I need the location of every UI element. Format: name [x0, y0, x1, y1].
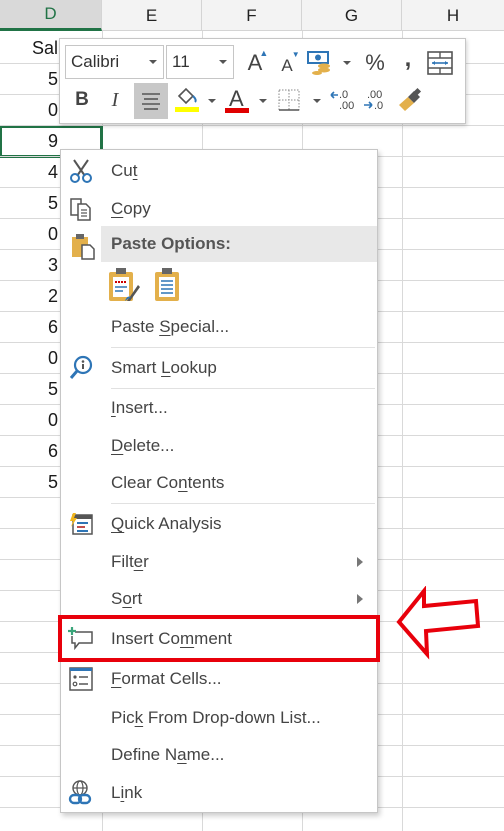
accounting-format-icon	[307, 51, 330, 75]
column-header-g[interactable]: G	[302, 0, 402, 31]
font-color-dropdown-icon[interactable]	[259, 99, 267, 103]
accounting-format-dropdown-icon[interactable]	[343, 61, 351, 65]
menu-item-copy[interactable]: Copy	[61, 191, 377, 227]
mini-toolbar: Calibri 11 A ▲ A ▼ % , B I A .0 .00 .00 …	[59, 38, 466, 124]
chevron-down-icon	[149, 60, 157, 64]
comma-style-button[interactable]: ,	[393, 43, 423, 75]
increase-decimal-icon: .0 .00	[330, 89, 354, 112]
font-size-value: 11	[172, 52, 190, 71]
menu-separator	[111, 347, 375, 348]
menu-item-label: Paste Special...	[111, 317, 230, 336]
menu-item-label: Format Cells...	[111, 669, 222, 688]
menu-item-label: Delete...	[111, 436, 175, 455]
context-menu: Cut Copy Paste Options: Paste Special...…	[60, 149, 378, 813]
bold-button[interactable]: B	[67, 84, 97, 116]
format-cells-icon	[65, 663, 97, 695]
decrease-font-size-button[interactable]: A ▼	[272, 47, 302, 79]
menu-item-label: Copy	[111, 199, 151, 218]
format-painter-icon	[399, 87, 422, 111]
menu-item-cut[interactable]: Cut	[61, 153, 377, 189]
gridline	[0, 125, 504, 126]
fill-color-dropdown-icon[interactable]	[208, 99, 216, 103]
align-center-icon	[142, 93, 160, 110]
increase-font-icon: A ▲	[247, 48, 269, 75]
column-header-f[interactable]: F	[202, 0, 302, 31]
link-icon	[65, 777, 97, 809]
font-name-dropdown[interactable]: Calibri	[65, 45, 164, 79]
menu-item-label: Cut	[111, 161, 138, 180]
menu-item-paste-special[interactable]: Paste Special...	[61, 309, 377, 345]
paste-formatting-button[interactable]	[107, 267, 141, 303]
menu-item-clear-contents[interactable]: Clear Contents	[61, 465, 377, 501]
align-center-button[interactable]	[134, 83, 168, 119]
accounting-format-button[interactable]	[305, 47, 335, 79]
menu-item-label: Link	[111, 783, 143, 802]
decrease-font-icon: A ▼	[281, 50, 300, 75]
quick-analysis-icon	[65, 508, 97, 540]
menu-item-label: Pick From Drop-down List...	[111, 708, 321, 727]
menu-separator	[111, 388, 375, 389]
paste-values-button[interactable]	[153, 267, 183, 303]
menu-item-quick-analysis[interactable]: Quick Analysis	[61, 506, 377, 542]
chevron-right-icon	[357, 594, 363, 604]
increase-decimal-button[interactable]: .0 .00	[328, 84, 358, 116]
menu-item-label: Quick Analysis	[111, 514, 222, 533]
chevron-down-icon	[219, 60, 227, 64]
font-color-icon: A	[224, 86, 250, 114]
menu-item-format-cells[interactable]: Format Cells...	[61, 661, 377, 697]
menu-item-label: Define Name...	[111, 745, 225, 764]
menu-item-label: Paste Options:	[111, 234, 231, 253]
menu-item-link[interactable]: Link	[61, 775, 377, 811]
menu-item-smart-lookup[interactable]: Smart Lookup	[61, 350, 377, 386]
paste-with-formatting-icon	[109, 268, 140, 301]
menu-item-define-name[interactable]: Define Name...	[61, 737, 377, 773]
svg-text:.0: .0	[374, 100, 383, 112]
menu-separator	[111, 503, 375, 504]
annotation-highlight-box	[58, 615, 380, 662]
font-color-button[interactable]: A	[222, 84, 252, 116]
borders-dropdown-icon[interactable]	[313, 99, 321, 103]
font-size-dropdown[interactable]: 11	[166, 45, 234, 79]
fill-color-icon	[175, 87, 199, 112]
menu-item-filter[interactable]: Filter	[61, 544, 377, 580]
menu-item-insert[interactable]: Insert...	[61, 390, 377, 426]
menu-item-delete[interactable]: Delete...	[61, 428, 377, 464]
menu-item-sort[interactable]: Sort	[61, 581, 377, 617]
fill-color-button[interactable]	[172, 84, 202, 116]
paste-icon	[67, 230, 99, 262]
menu-item-pick-from-dropdown[interactable]: Pick From Drop-down List...	[61, 700, 377, 736]
column-header-h[interactable]: H	[402, 0, 504, 31]
gridline	[402, 31, 403, 831]
menu-item-label: Smart Lookup	[111, 358, 217, 377]
format-painter-button[interactable]	[395, 84, 425, 116]
paste-options-header: Paste Options:	[101, 226, 377, 262]
borders-button[interactable]	[274, 84, 304, 116]
decrease-decimal-button[interactable]: .00 .0	[360, 84, 390, 116]
decrease-decimal-icon: .00 .0	[364, 89, 383, 112]
menu-item-label: Insert...	[111, 398, 168, 417]
smart-lookup-icon	[65, 352, 97, 384]
paste-icon	[155, 268, 179, 301]
annotation-arrow-icon	[396, 586, 481, 660]
merge-center-button[interactable]	[425, 47, 455, 79]
percent-style-button[interactable]: %	[360, 47, 390, 79]
column-header-d[interactable]: D	[0, 0, 102, 31]
scissors-icon	[65, 155, 97, 187]
chevron-right-icon	[357, 557, 363, 567]
menu-item-label: Sort	[111, 589, 143, 608]
column-header-row: D E F G H	[0, 0, 504, 31]
borders-icon	[278, 89, 300, 111]
column-header-e[interactable]: E	[102, 0, 202, 31]
merge-center-icon	[427, 51, 453, 75]
menu-item-label: Clear Contents	[111, 473, 225, 492]
increase-font-size-button[interactable]: A ▲	[240, 47, 270, 79]
italic-button[interactable]: I	[100, 84, 130, 116]
font-name-value: Calibri	[71, 52, 120, 71]
copy-icon	[65, 193, 97, 225]
svg-text:.00: .00	[339, 100, 354, 112]
menu-item-label: Filter	[111, 552, 149, 571]
